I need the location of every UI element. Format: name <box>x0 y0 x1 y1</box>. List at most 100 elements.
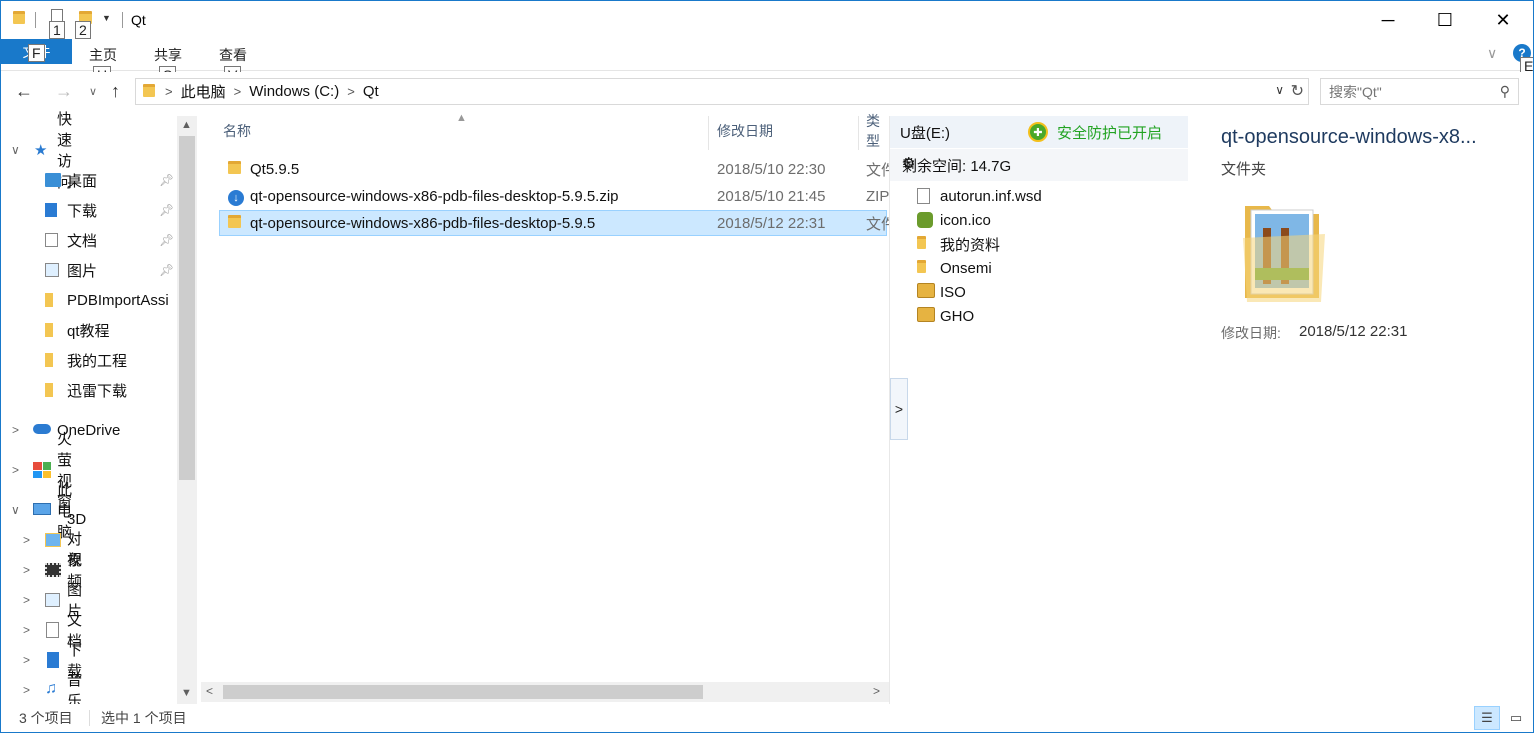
folder-icon <box>45 323 53 337</box>
column-header-type[interactable]: 类型 <box>866 113 889 149</box>
modified-date-label: 修改日期: <box>1221 325 1281 341</box>
nav-item-pdbimport[interactable]: PDBImportAssi <box>45 285 169 315</box>
desktop-icon <box>45 173 61 187</box>
breadcrumb-c-drive[interactable]: Windows (C:) <box>249 83 339 100</box>
scrollbar-thumb[interactable] <box>179 136 195 480</box>
file-date: 2018/5/10 21:45 <box>717 187 826 205</box>
chevron-right-icon[interactable]: > <box>165 84 173 99</box>
chevron-right-icon[interactable]: > <box>12 423 19 437</box>
nav-item-documents[interactable]: 文档 <box>45 225 97 255</box>
file-row[interactable]: Qt5.9.5 2018/5/10 22:30 文件夹 <box>219 156 911 182</box>
column-divider[interactable] <box>858 116 859 150</box>
nav-item-pictures[interactable]: 图片 <box>45 255 97 285</box>
minimize-button[interactable]: ─ <box>1359 1 1417 39</box>
folder-icon <box>917 236 926 253</box>
nav-item-downloads[interactable]: 下载 <box>45 195 97 225</box>
back-arrow-icon[interactable]: ← <box>15 81 33 102</box>
usb-drive-title[interactable]: U盘(E:) <box>900 122 950 143</box>
protection-status[interactable]: 安全防护已开启 <box>1057 122 1162 143</box>
3d-objects-icon <box>45 533 61 547</box>
chevron-down-icon[interactable]: ∨ <box>11 143 20 157</box>
window-title: Qt <box>131 12 146 28</box>
scroll-up-icon[interactable]: ▲ <box>181 119 192 131</box>
large-folder-icon <box>1241 198 1327 308</box>
chevron-right-icon[interactable]: > <box>347 84 355 99</box>
chevron-right-icon[interactable]: > <box>23 653 30 667</box>
recent-locations-icon[interactable]: ∨ <box>89 85 97 98</box>
maximize-button[interactable]: ☐ <box>1416 1 1474 39</box>
tab-share[interactable]: 共享 <box>154 45 182 65</box>
modified-date-value: 2018/5/12 22:31 <box>1299 323 1408 340</box>
pin-icon[interactable]: 📌︎ <box>159 233 174 247</box>
panel-expand-button[interactable]: > <box>890 378 908 440</box>
nav-scrollbar[interactable]: ▲ ▼ <box>177 116 197 704</box>
large-icons-view-button[interactable]: ▭ <box>1503 706 1529 730</box>
chevron-right-icon[interactable]: > <box>23 593 30 607</box>
scrollbar-thumb[interactable] <box>223 685 703 699</box>
chevron-down-icon[interactable]: ∨ <box>11 503 20 517</box>
customize-toolbar-icon[interactable]: ▼ <box>102 13 111 23</box>
file-type: ZIP <box>866 187 890 205</box>
status-bar: 3 个项目 选中 1 个项目 ☰ ▭ <box>1 704 1533 732</box>
search-icon[interactable]: ⚲ <box>1500 83 1510 100</box>
file-row[interactable]: ↓ qt-opensource-windows-x86-pdb-files-de… <box>219 183 890 209</box>
download-icon <box>47 652 59 668</box>
chevron-right-icon[interactable]: > <box>23 563 30 577</box>
folder-icon <box>45 353 53 367</box>
document-icon <box>45 233 58 247</box>
up-arrow-icon[interactable]: ↑ <box>111 81 120 102</box>
ico-file-icon <box>917 212 933 232</box>
gear-icon[interactable]: ⚙ <box>902 154 915 172</box>
usb-item-label: icon.ico <box>940 211 991 229</box>
column-header-name[interactable]: 名称 <box>223 116 251 146</box>
zip-icon: ↓ <box>228 188 244 206</box>
folder-icon <box>917 260 926 277</box>
folder-icon <box>45 293 53 307</box>
address-bar[interactable]: > 此电脑 > Windows (C:) > Qt ∨ ↻ <box>135 78 1309 105</box>
column-divider[interactable] <box>708 116 709 150</box>
breadcrumb-qt[interactable]: Qt <box>363 83 379 100</box>
chevron-right-icon[interactable]: > <box>23 623 30 637</box>
divider <box>89 710 90 726</box>
windows-logo-icon <box>33 462 51 478</box>
scroll-right-icon[interactable]: > <box>873 684 880 698</box>
file-row-selected[interactable]: qt-opensource-windows-x86-pdb-files-desk… <box>219 210 911 236</box>
usb-item-label: 我的资料 <box>940 236 1001 254</box>
tab-view[interactable]: 查看 <box>219 45 247 65</box>
chevron-down-icon[interactable]: ∨ <box>1275 83 1284 97</box>
scroll-down-icon[interactable]: ▼ <box>181 687 192 699</box>
chevron-right-icon[interactable]: > <box>234 84 242 99</box>
divider <box>35 12 36 28</box>
search-box[interactable]: ⚲ <box>1320 78 1519 105</box>
chevron-right-icon[interactable]: > <box>23 683 30 697</box>
chevron-right-icon: > <box>894 401 904 417</box>
pin-icon[interactable]: 📌︎ <box>159 203 174 217</box>
video-icon <box>45 563 61 577</box>
breadcrumb-this-pc[interactable]: 此电脑 <box>181 81 226 102</box>
file-icon <box>917 188 930 208</box>
column-header-date[interactable]: 修改日期 <box>717 116 773 146</box>
pin-icon[interactable]: 📌︎ <box>159 173 174 187</box>
nav-item-thunder-downloads[interactable]: 迅雷下载 <box>45 375 127 405</box>
tab-home[interactable]: 主页 <box>89 45 117 65</box>
scroll-left-icon[interactable]: < <box>206 684 213 698</box>
folder-icon <box>143 83 155 100</box>
navigation-pane: ∨ ★ 快速访问 桌面 📌︎ 下载 📌︎ 文档 📌︎ 图片 📌︎ PDBImpo… <box>1 111 197 710</box>
nav-label: qt教程 <box>67 322 110 340</box>
refresh-icon[interactable]: ↻ <box>1291 81 1304 101</box>
chevron-right-icon[interactable]: > <box>12 463 19 477</box>
pin-icon[interactable]: 📌︎ <box>159 263 174 277</box>
horizontal-scrollbar[interactable]: < > <box>201 682 889 702</box>
forward-arrow-icon[interactable]: → <box>55 81 73 102</box>
details-view-icon: ☰ <box>1481 710 1493 725</box>
close-button[interactable]: ✕ <box>1474 1 1532 39</box>
nav-item-qt-tutorial[interactable]: qt教程 <box>45 315 110 345</box>
ribbon-expand-icon[interactable]: ∨ <box>1487 45 1497 62</box>
title-bar: 1 2 ▼ Qt ─ ☐ ✕ <box>1 1 1533 39</box>
column-label: 修改日期 <box>717 123 773 139</box>
details-view-button[interactable]: ☰ <box>1474 706 1500 730</box>
nav-item-desktop[interactable]: 桌面 <box>45 165 97 195</box>
search-input[interactable] <box>1329 83 1489 100</box>
chevron-right-icon[interactable]: > <box>23 533 30 547</box>
nav-item-my-projects[interactable]: 我的工程 <box>45 345 127 375</box>
